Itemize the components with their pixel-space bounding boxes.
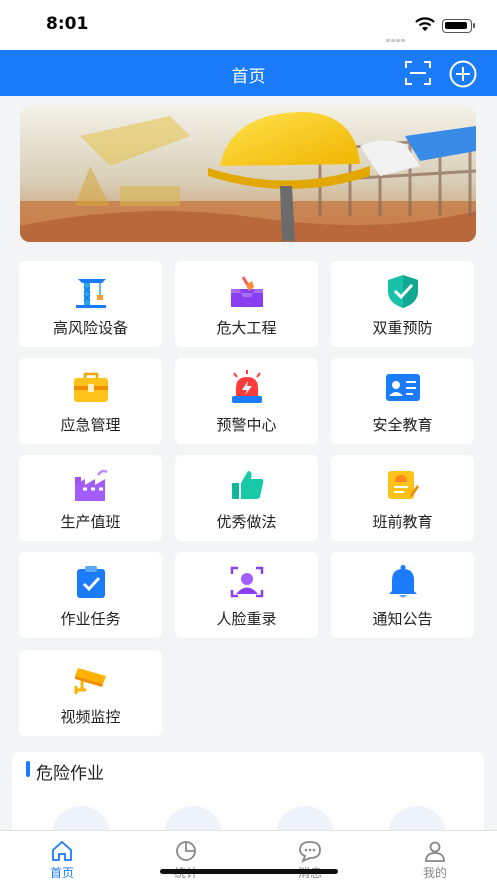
grid-item-video-surveillance[interactable]: 视频监控 xyxy=(19,650,162,736)
grid-item-major-hazard-project[interactable]: 危大工程 xyxy=(175,261,318,347)
grid-item-label: 视频监控 xyxy=(60,708,121,726)
grid-item-label: 应急管理 xyxy=(60,416,121,434)
grid-item-safety-education[interactable]: 安全教育 xyxy=(331,358,474,444)
face-scan-icon xyxy=(230,566,264,598)
tab-home[interactable]: 首页 xyxy=(22,831,102,883)
grid-item-label: 作业任务 xyxy=(60,610,121,628)
thumbs-up-icon xyxy=(232,471,264,499)
banner-image[interactable] xyxy=(20,106,476,242)
home-icon xyxy=(52,840,72,861)
pie-chart-icon xyxy=(176,841,196,861)
shield-check-icon xyxy=(388,275,418,308)
id-card-icon xyxy=(386,374,420,401)
grid-item-dual-prevention[interactable]: 双重预防 xyxy=(331,261,474,347)
home-indicator[interactable] xyxy=(160,869,338,874)
grid-item-work-tasks[interactable]: 作业任务 xyxy=(19,552,162,638)
battery-icon xyxy=(442,19,475,33)
grid-item-label: 双重预防 xyxy=(372,319,433,337)
scan-icon[interactable] xyxy=(404,59,432,87)
tab-bar: 首页 统计 消息 我的 xyxy=(0,830,497,883)
section-title: 危险作业 xyxy=(36,764,104,784)
grid-item-warning-center[interactable]: 预警中心 xyxy=(175,358,318,444)
shovel-icon xyxy=(231,276,263,307)
grid-item-label: 高风险设备 xyxy=(52,319,128,337)
notepad-helmet-icon xyxy=(388,471,419,499)
crane-icon xyxy=(76,279,106,308)
status-bar: 8:01 xyxy=(0,0,497,50)
clipboard-check-icon xyxy=(77,566,105,598)
grid-item-label: 预警中心 xyxy=(216,416,277,434)
factory-icon xyxy=(75,469,108,501)
signal-icon xyxy=(386,27,408,42)
user-icon xyxy=(425,841,445,862)
grid-item-production-duty[interactable]: 生产值班 xyxy=(19,455,162,541)
grid-item-high-risk-equipment[interactable]: 高风险设备 xyxy=(19,261,162,347)
grid-item-face-re-record[interactable]: 人脸重录 xyxy=(175,552,318,638)
chat-icon xyxy=(299,841,321,863)
grid-item-label: 安全教育 xyxy=(372,416,433,434)
grid-item-pre-shift-education[interactable]: 班前教育 xyxy=(331,455,474,541)
grid-item-label: 班前教育 xyxy=(372,513,433,531)
tab-messages[interactable]: 消息 xyxy=(270,831,350,883)
status-time: 8:01 xyxy=(46,14,89,34)
grid-item-emergency-management[interactable]: 应急管理 xyxy=(19,358,162,444)
grid-item-label: 通知公告 xyxy=(372,610,433,628)
wifi-icon xyxy=(415,17,435,31)
alarm-light-icon xyxy=(232,370,262,403)
bell-icon xyxy=(389,565,417,598)
tab-profile[interactable]: 我的 xyxy=(395,831,475,883)
grid-item-label: 危大工程 xyxy=(216,319,277,337)
tab-label: 我的 xyxy=(422,866,447,880)
add-icon[interactable] xyxy=(448,59,478,89)
section-accent-bar xyxy=(26,761,30,777)
cctv-camera-icon xyxy=(74,668,106,694)
grid-item-notices[interactable]: 通知公告 xyxy=(331,552,474,638)
tab-label: 首页 xyxy=(49,866,74,880)
grid-item-label: 优秀做法 xyxy=(216,513,277,531)
nav-bar: 首页 xyxy=(0,50,497,96)
grid-item-label: 人脸重录 xyxy=(216,610,277,628)
grid-item-label: 生产值班 xyxy=(60,513,121,531)
toolbox-icon xyxy=(74,372,108,402)
tab-statistics[interactable]: 统计 xyxy=(146,831,226,883)
grid-item-best-practices[interactable]: 优秀做法 xyxy=(175,455,318,541)
